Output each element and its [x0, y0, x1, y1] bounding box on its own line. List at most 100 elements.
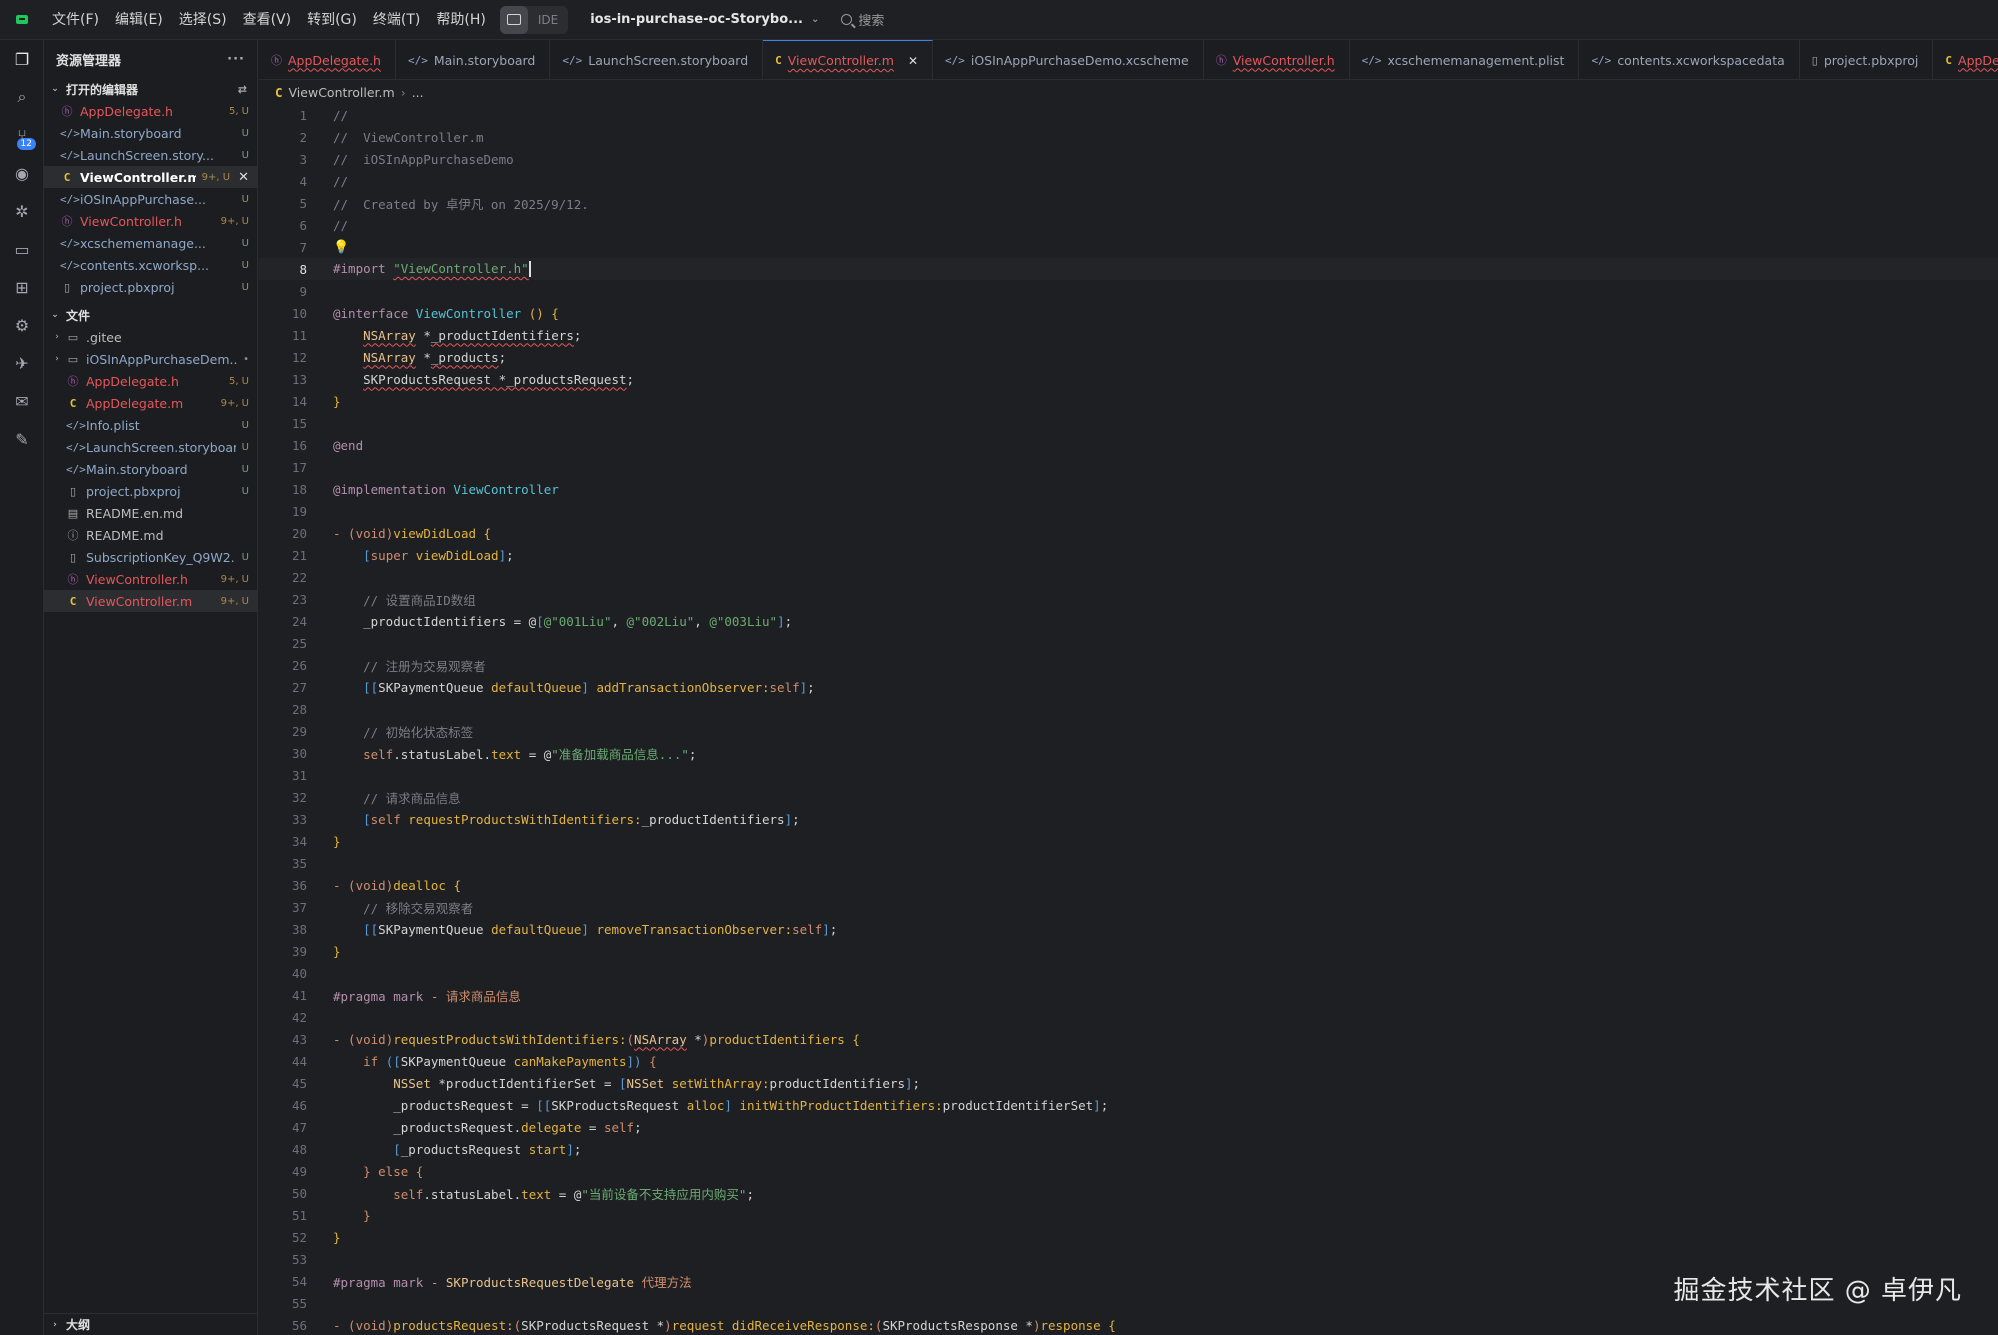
file-item[interactable]: › ▭ iOSInAppPurchaseDem... • — [44, 348, 257, 370]
file-item[interactable]: </> LaunchScreen.storyboard U — [44, 436, 257, 458]
close-icon[interactable]: ✕ — [238, 170, 249, 185]
line-number: 27 — [291, 679, 307, 695]
source-control-icon[interactable]: ⑂ 12 — [0, 116, 44, 154]
menu-item[interactable]: 终端(T) — [365, 0, 428, 40]
menu-item[interactable]: 选择(S) — [171, 0, 235, 40]
editor-tab[interactable]: C ViewController.m ✕ — [763, 40, 933, 79]
code-token: "ViewController.h" — [393, 260, 529, 276]
breadcrumb-file[interactable]: ViewController.m — [289, 85, 395, 100]
menu-item[interactable]: 编辑(E) — [107, 0, 171, 40]
line-number: 32 — [291, 789, 307, 805]
explorer-icon[interactable]: ❐ — [0, 40, 44, 78]
file-status: 9+, U — [201, 171, 231, 183]
file-item[interactable]: </> xcschememanage... U — [44, 232, 257, 254]
line-number: 9 — [299, 283, 307, 299]
editor-tab[interactable]: ⓗ AppDelegate.h — [259, 40, 396, 79]
editor-tab[interactable]: C AppDelegate.m — [1933, 40, 1998, 79]
file-item[interactable]: › ▭ .gitee — [44, 326, 257, 348]
file-item[interactable]: ⓘ README.md — [44, 524, 257, 546]
code-token: canMakePayments — [513, 1053, 627, 1069]
breadcrumb-rest[interactable]: ... — [412, 85, 424, 100]
code-line: 22 — [259, 566, 1998, 588]
ide-icon[interactable] — [499, 5, 528, 34]
remote-icon[interactable]: ▭ — [0, 230, 44, 268]
file-item[interactable]: </> Main.storyboard U — [44, 122, 257, 144]
line-number: 52 — [291, 1229, 307, 1245]
code-icon: </> — [66, 418, 86, 432]
editor-tab[interactable]: </> Main.storyboard — [396, 40, 551, 79]
file-item[interactable]: ⓗ ViewController.h 9+, U — [44, 568, 257, 590]
code-token: response { — [1040, 1317, 1116, 1333]
open-editors-list: ⓗ AppDelegate.h 5, U </> Main.storyboard U </>… — [44, 100, 257, 298]
menu-item[interactable]: 查看(V) — [235, 0, 300, 40]
file-item[interactable]: ⓗ AppDelegate.h 5, U — [44, 370, 257, 392]
more-actions-icon[interactable]: ··· — [227, 52, 245, 67]
file-status: U — [241, 149, 249, 161]
editor-tab[interactable]: ▯ project.pbxproj — [1800, 40, 1934, 79]
tab-label: contents.xcworkspacedata — [1617, 52, 1785, 68]
code-icon: </> — [60, 148, 80, 162]
file-item[interactable]: </> Main.storyboard U — [44, 458, 257, 480]
file-item[interactable]: C AppDelegate.m 9+, U — [44, 392, 257, 414]
code-token: [ — [363, 811, 371, 827]
code-icon: </> — [562, 53, 583, 67]
line-number: 46 — [291, 1097, 307, 1113]
preview-icon[interactable]: ◉ — [0, 154, 44, 192]
outline-header[interactable]: › 大纲 — [44, 1313, 257, 1335]
file-status: 9+, U — [220, 573, 249, 585]
lightbulb-icon[interactable]: 💡 — [333, 240, 349, 255]
file-item[interactable]: ⓗ ViewController.h 9+, U — [44, 210, 257, 232]
file-item[interactable]: ▯ SubscriptionKey_Q9W2... U — [44, 546, 257, 568]
file-item[interactable]: ▯ project.pbxproj U — [44, 276, 257, 298]
editor-tab[interactable]: ⓗ ViewController.h — [1204, 40, 1350, 79]
editor-tab[interactable]: </> xcschememanagement.plist — [1350, 40, 1580, 79]
file-item[interactable]: C ViewController.m 9+, U — [44, 590, 257, 612]
file-item[interactable]: ▤ README.en.md — [44, 502, 257, 524]
file-item[interactable]: </> iOSInAppPurchase... U — [44, 188, 257, 210]
line-number: 38 — [291, 921, 307, 937]
file-item[interactable]: </> contents.xcworksp... U — [44, 254, 257, 276]
ai-agent-icon[interactable]: ⚙ — [0, 306, 44, 344]
code-token: [[ — [363, 921, 379, 937]
toggle-icon[interactable]: ⇄ — [238, 83, 247, 96]
code-icon: </> — [60, 192, 80, 206]
header-icon: ⓗ — [67, 573, 79, 586]
ai-assist-icon[interactable]: ✉ — [0, 382, 44, 420]
explorer-header: 资源管理器 ··· — [44, 40, 257, 78]
line-number: 21 — [291, 547, 307, 563]
file-item[interactable]: </> Info.plist U — [44, 414, 257, 436]
code-token: _productsRequest — [400, 1141, 529, 1157]
file-item[interactable]: ▯ project.pbxproj U — [44, 480, 257, 502]
code-token: "准备加载商品信息..." — [551, 746, 689, 762]
ai-tools-icon[interactable]: ✎ — [0, 420, 44, 458]
menu-item[interactable]: 帮助(H) — [428, 0, 493, 40]
extensions-icon[interactable]: ⊞ — [0, 268, 44, 306]
file-item[interactable]: </> LaunchScreen.story... U — [44, 144, 257, 166]
code-editor[interactable]: 1 // 2 // ViewController.m 3 // iOSInAppPurch… — [259, 104, 1998, 1335]
search-files-icon[interactable]: ⌕ — [0, 78, 44, 116]
code-token: } — [333, 943, 341, 959]
close-icon[interactable]: ✕ — [908, 54, 918, 68]
editor-tab[interactable]: </> LaunchScreen.storyboard — [550, 40, 764, 79]
search-box[interactable]: 搜索 — [841, 10, 884, 29]
file-item[interactable]: C ViewController.m 9+, U ✕ — [44, 166, 257, 188]
open-editors-header[interactable]: ⌄ 打开的编辑器 ⇄ — [44, 78, 257, 100]
editor-tab[interactable]: </> contents.xcworkspacedata — [1579, 40, 1800, 79]
ide-label[interactable]: IDE — [528, 13, 568, 27]
project-selector[interactable]: ios-in-purchase-oc-Storybo... ⌄ — [590, 12, 819, 27]
code-token: - ( — [333, 525, 356, 541]
ide-toggle[interactable]: IDE — [499, 5, 569, 34]
ai-chat-icon[interactable]: ✈ — [0, 344, 44, 382]
code-line: 33 [self requestProductsWithIdentifiers:… — [259, 808, 1998, 830]
activity-bar: ❐ ⌕ ⑂ 12 ◉ ✲ ▭ ⊞ ⚙ ✈ ✉ ✎ — [0, 40, 44, 1335]
code-token: addTransactionObserver: — [596, 679, 770, 695]
menu-item[interactable]: 转到(G) — [299, 0, 365, 40]
debug-icon[interactable]: ✲ — [0, 192, 44, 230]
editor-tab[interactable]: </> iOSInAppPurchaseDemo.xcscheme — [933, 40, 1204, 79]
files-header[interactable]: ⌄ 文件 — [44, 304, 257, 326]
menu-item[interactable]: 文件(F) — [44, 0, 107, 40]
file-item[interactable]: ⓗ AppDelegate.h 5, U — [44, 100, 257, 122]
open-editors-label: 打开的编辑器 — [66, 82, 139, 97]
code-token: ; — [746, 1186, 754, 1202]
